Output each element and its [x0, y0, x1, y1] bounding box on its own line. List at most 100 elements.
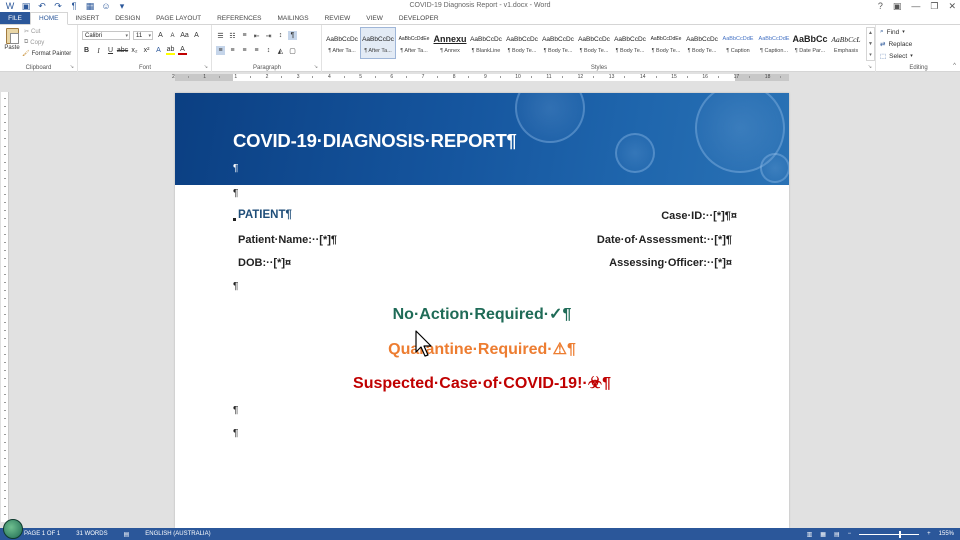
read-mode-icon[interactable]: ▥ — [807, 531, 813, 538]
font-size-select[interactable]: 11 — [133, 31, 153, 40]
strikethrough-icon[interactable]: abc — [117, 46, 128, 55]
style-item[interactable]: AaBbCcDc ¶ Body Te... — [576, 27, 612, 59]
increase-indent-icon[interactable]: ⇥ — [264, 31, 273, 40]
styles-launcher-icon[interactable]: ↘ — [868, 64, 872, 70]
paste-button[interactable]: Paste — [4, 28, 20, 51]
tab-home[interactable]: HOME — [30, 12, 68, 25]
tab-view[interactable]: VIEW — [358, 12, 391, 24]
print-layout-icon[interactable]: ▦ — [820, 531, 826, 538]
decrease-indent-icon[interactable]: ⇤ — [252, 31, 261, 40]
style-item[interactable]: AaBbCcDc ¶ BlankLine — [468, 27, 504, 59]
borders-icon[interactable]: ▢ — [288, 46, 297, 55]
sort-icon[interactable]: ↕ — [276, 31, 285, 40]
align-left-icon[interactable]: ≡ — [216, 46, 225, 55]
proofing-icon[interactable]: ▤ — [116, 531, 138, 538]
show-hide-marks-icon[interactable]: ¶ — [288, 31, 297, 40]
justify-icon[interactable]: ≡ — [252, 46, 261, 55]
patient-heading[interactable]: PATIENT¶ — [238, 209, 292, 221]
patient-name-field[interactable]: Patient·Name:··[*]¶ — [238, 234, 337, 246]
shrink-font-icon[interactable]: A — [168, 31, 177, 40]
font-color-icon[interactable]: A — [178, 46, 187, 55]
ribbon-display-options-icon[interactable]: ▣ — [893, 0, 902, 12]
clipboard-launcher-icon[interactable]: ↘ — [70, 64, 74, 70]
style-item[interactable]: AaBbCc ¶ Date Par... — [792, 27, 828, 59]
line-spacing-icon[interactable]: ↕ — [264, 46, 273, 55]
highlight-icon[interactable]: ab — [166, 46, 175, 55]
status-suspected-case[interactable]: Suspected·Case·of·COVID-19!·☣¶ — [175, 373, 789, 393]
language[interactable]: ENGLISH (AUSTRALIA) — [137, 531, 218, 537]
italic-icon[interactable]: I — [94, 46, 103, 55]
help-icon[interactable]: ? — [878, 0, 883, 12]
align-right-icon[interactable]: ≡ — [240, 46, 249, 55]
replace-button[interactable]: ⇄ Replace — [880, 40, 912, 49]
restore-icon[interactable]: ❐ — [930, 0, 938, 12]
status-quarantine[interactable]: Quarantine·Required·⚠¶ — [175, 339, 789, 359]
tab-page-layout[interactable]: PAGE LAYOUT — [148, 12, 209, 24]
smiley-feedback-icon[interactable]: ☺ — [100, 1, 112, 12]
style-item[interactable]: AaBbCcDc ¶ After Ta... — [360, 27, 396, 59]
case-id-field[interactable]: Case·ID:··[*]¶¤ — [661, 210, 737, 222]
tab-mailings[interactable]: MAILINGS — [270, 12, 317, 24]
zoom-slider[interactable] — [859, 530, 920, 538]
web-layout-icon[interactable]: ▤ — [834, 531, 840, 538]
report-title[interactable]: COVID-19·DIAGNOSIS·REPORT¶ — [233, 130, 517, 152]
dob-field[interactable]: DOB:··[*]¤ — [238, 257, 291, 269]
style-item[interactable]: AaBbCcL Emphasis — [828, 27, 864, 59]
select-button[interactable]: ⬚ Select ▾ — [880, 52, 913, 61]
style-item[interactable]: AaBbCcDc ¶ After Ta... — [324, 27, 360, 59]
style-item[interactable]: AaBbCcDdE ¶ Caption — [720, 27, 756, 59]
numbering-icon[interactable]: ☷ — [228, 31, 237, 40]
show-paragraph-marks-icon[interactable]: ¶ — [68, 1, 80, 12]
style-item[interactable]: AaBbCcDdEe ¶ Body Te... — [648, 27, 684, 59]
document-page[interactable]: COVID-19·DIAGNOSIS·REPORT¶ ¶ ¶ PATIENT¶ … — [175, 93, 789, 528]
collapse-ribbon-icon[interactable]: ^ — [953, 63, 956, 69]
customize-toolbar-icon[interactable]: ▾ — [116, 1, 128, 12]
multilevel-list-icon[interactable]: ≡ — [240, 31, 249, 40]
zoom-level[interactable]: 155% — [939, 531, 954, 537]
status-no-action[interactable]: No·Action·Required·✓¶ — [175, 304, 789, 324]
minimize-icon[interactable]: — — [911, 0, 920, 12]
tab-file[interactable]: FILE — [0, 12, 30, 24]
style-item[interactable]: Annexu ¶ Annex — [432, 27, 468, 59]
table-icon[interactable]: ▦ — [84, 1, 96, 12]
zoom-in-icon[interactable]: + — [927, 531, 931, 537]
align-center-icon[interactable]: ≡ — [228, 46, 237, 55]
superscript-icon[interactable]: x² — [142, 46, 151, 55]
word-count[interactable]: 31 WORDS — [68, 531, 115, 537]
undo-icon[interactable]: ↶ — [36, 1, 48, 12]
underline-icon[interactable]: U — [106, 46, 115, 55]
style-item[interactable]: AaBbCcDc ¶ Body Te... — [504, 27, 540, 59]
shading-icon[interactable]: ◭ — [276, 46, 285, 55]
grow-font-icon[interactable]: A — [156, 31, 165, 40]
more-styles-icon[interactable]: ▾ — [869, 52, 872, 58]
zoom-out-icon[interactable]: − — [848, 531, 852, 537]
format-painter-button[interactable]: 🖌 Format Painter — [22, 50, 71, 58]
save-icon[interactable]: ▣ — [20, 1, 32, 12]
tab-review[interactable]: REVIEW — [317, 12, 359, 24]
paragraph-launcher-icon[interactable]: ↘ — [314, 64, 318, 70]
vertical-ruler[interactable] — [1, 92, 9, 522]
bullets-icon[interactable]: ☰ — [216, 31, 225, 40]
tab-insert[interactable]: INSERT — [68, 12, 108, 24]
scroll-down-icon[interactable]: ▼ — [868, 41, 873, 47]
tab-references[interactable]: REFERENCES — [209, 12, 269, 24]
cut-button[interactable]: ✂ Cut — [24, 28, 40, 36]
style-item[interactable]: AaBbCcDdEe ¶ After Ta... — [396, 27, 432, 59]
style-item[interactable]: AaBbCcDdE ¶ Caption... — [756, 27, 792, 59]
style-item[interactable]: AaBbCcDc ¶ Body Te... — [612, 27, 648, 59]
tab-developer[interactable]: DEVELOPER — [391, 12, 447, 24]
tab-design[interactable]: DESIGN — [107, 12, 148, 24]
styles-scrollbar[interactable]: ▲ ▼ ▾ — [866, 27, 875, 61]
scroll-up-icon[interactable]: ▲ — [868, 30, 873, 36]
clear-formatting-icon[interactable]: A — [192, 31, 201, 40]
text-effects-icon[interactable]: A — [154, 46, 163, 55]
font-launcher-icon[interactable]: ↘ — [204, 64, 208, 70]
font-family-select[interactable]: Calibri — [82, 31, 130, 40]
style-item[interactable]: AaBbCcDc ¶ Body Te... — [684, 27, 720, 59]
horizontal-ruler[interactable]: 2 1 1 2 3 4 5 6 7 8 9 10 11 12 13 14 15 16 17 18 — [0, 73, 960, 82]
bold-icon[interactable]: B — [82, 46, 91, 55]
subscript-icon[interactable]: x₂ — [130, 46, 139, 55]
redo-icon[interactable]: ↷ — [52, 1, 64, 12]
style-item[interactable]: AaBbCcDc ¶ Body Te... — [540, 27, 576, 59]
close-icon[interactable]: ✕ — [948, 0, 956, 12]
